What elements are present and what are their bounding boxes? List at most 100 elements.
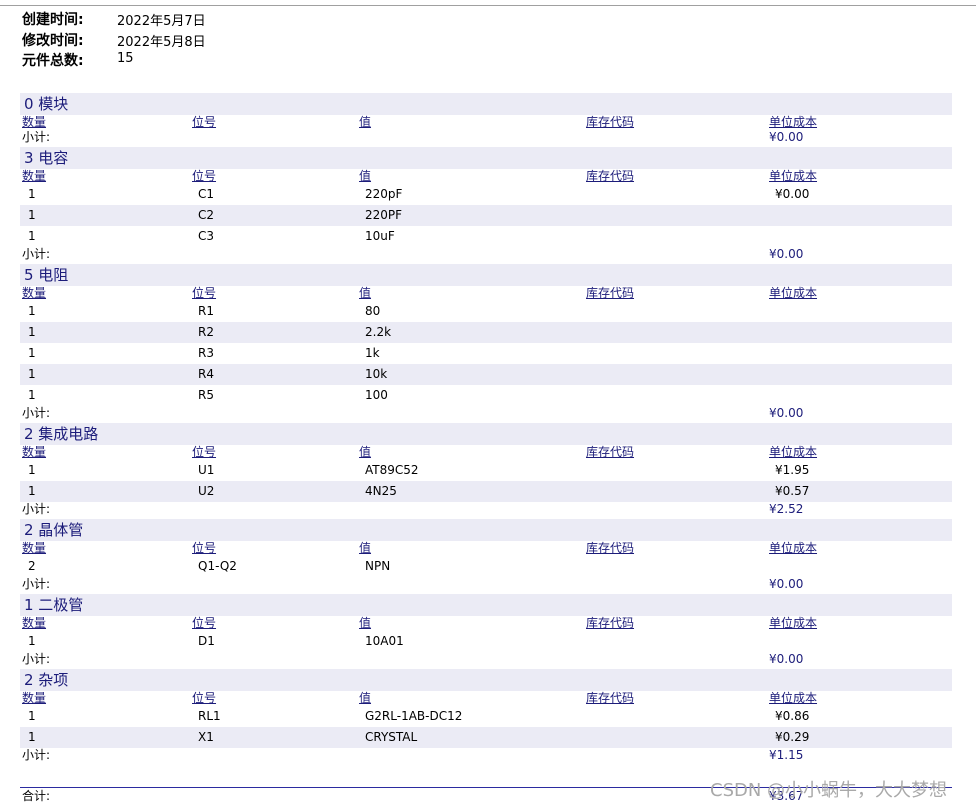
- unit-cost-cell: ¥0.57: [775, 484, 810, 498]
- value-column-header[interactable]: 值: [359, 541, 371, 556]
- category-title: 2 晶体管: [24, 521, 84, 539]
- ref-column-header[interactable]: 位号: [192, 541, 216, 556]
- qty-cell: 1: [28, 304, 36, 318]
- value-column-header[interactable]: 值: [359, 169, 371, 184]
- value-cell: 220pF: [365, 187, 403, 201]
- stock-code-column-header[interactable]: 库存代码: [586, 616, 634, 631]
- subtotal-row: 小计: ¥0.00: [20, 577, 952, 594]
- qty-column-header[interactable]: 数量: [22, 286, 46, 301]
- value-cell: 220PF: [365, 208, 403, 222]
- table-row: 1 R1 80: [20, 301, 952, 322]
- column-header-row: 数量 位号 值 库存代码 单位成本: [20, 691, 952, 706]
- qty-column-header[interactable]: 数量: [22, 445, 46, 460]
- qty-column-header[interactable]: 数量: [22, 115, 46, 130]
- value-cell: NPN: [365, 559, 391, 573]
- category-title: 0 模块: [24, 95, 69, 113]
- value-column-header[interactable]: 值: [359, 445, 371, 460]
- category-header: 1 二极管: [20, 594, 952, 616]
- stock-code-column-header[interactable]: 库存代码: [586, 115, 634, 130]
- value-cell: 10k: [365, 367, 388, 381]
- subtotal-row: 小计: ¥0.00: [20, 130, 952, 147]
- qty-cell: 1: [28, 709, 36, 723]
- subtotal-amount: ¥0.00: [769, 130, 804, 144]
- value-cell: 4N25: [365, 484, 397, 498]
- qty-cell: 1: [28, 463, 36, 477]
- qty-cell: 1: [28, 730, 36, 744]
- value-cell: 1k: [365, 346, 380, 360]
- subtotal-label: 小计:: [22, 502, 51, 516]
- ref-cell: U1: [198, 463, 215, 477]
- subtotal-amount: ¥0.00: [769, 406, 804, 420]
- qty-cell: 1: [28, 634, 36, 648]
- ref-column-header[interactable]: 位号: [192, 691, 216, 706]
- column-header-row: 数量 位号 值 库存代码 单位成本: [20, 286, 952, 301]
- table-row: 1 U2 4N25 ¥0.57: [20, 481, 952, 502]
- unit-cost-cell: ¥0.29: [775, 730, 810, 744]
- ref-column-header[interactable]: 位号: [192, 286, 216, 301]
- value-column-header[interactable]: 值: [359, 616, 371, 631]
- subtotal-amount: ¥0.00: [769, 652, 804, 666]
- subtotal-amount: ¥2.52: [769, 502, 804, 516]
- unit-cost-column-header[interactable]: 单位成本: [769, 445, 817, 460]
- unit-cost-column-header[interactable]: 单位成本: [769, 691, 817, 706]
- unit-cost-column-header[interactable]: 单位成本: [769, 115, 817, 130]
- unit-cost-cell: ¥0.86: [775, 709, 810, 723]
- category-title: 5 电阻: [24, 266, 69, 284]
- table-row: 2 Q1-Q2 NPN: [20, 556, 952, 577]
- qty-column-header[interactable]: 数量: [22, 541, 46, 556]
- subtotal-label: 小计:: [22, 406, 51, 420]
- column-header-row: 数量 位号 值 库存代码 单位成本: [20, 541, 952, 556]
- qty-cell: 1: [28, 187, 36, 201]
- qty-column-header[interactable]: 数量: [22, 691, 46, 706]
- total-label: 合计:: [22, 789, 51, 803]
- unit-cost-column-header[interactable]: 单位成本: [769, 169, 817, 184]
- table-row: 1 R5 100: [20, 385, 952, 406]
- unit-cost-column-header[interactable]: 单位成本: [769, 286, 817, 301]
- subtotal-amount: ¥0.00: [769, 247, 804, 261]
- stock-code-column-header[interactable]: 库存代码: [586, 541, 634, 556]
- unit-cost-cell: ¥0.00: [775, 187, 810, 201]
- value-cell: 2.2k: [365, 325, 392, 339]
- ref-column-header[interactable]: 位号: [192, 169, 216, 184]
- stock-code-column-header[interactable]: 库存代码: [586, 286, 634, 301]
- category-header: 2 杂项: [20, 669, 952, 691]
- unit-cost-cell: ¥1.95: [775, 463, 810, 477]
- table-row: 1 RL1 G2RL-1AB-DC12 ¥0.86: [20, 706, 952, 727]
- ref-cell: C2: [198, 208, 215, 222]
- value-column-header[interactable]: 值: [359, 691, 371, 706]
- subtotal-label: 小计:: [22, 748, 51, 762]
- value-cell: 10uF: [365, 229, 395, 243]
- qty-cell: 1: [28, 367, 36, 381]
- qty-column-header[interactable]: 数量: [22, 169, 46, 184]
- qty-cell: 1: [28, 325, 36, 339]
- category-header: 0 模块: [20, 93, 952, 115]
- value-column-header[interactable]: 值: [359, 286, 371, 301]
- value-column-header[interactable]: 值: [359, 115, 371, 130]
- value-cell: 80: [365, 304, 381, 318]
- ref-cell: RL1: [198, 709, 221, 723]
- ref-cell: R1: [198, 304, 214, 318]
- subtotal-row: 小计: ¥0.00: [20, 406, 952, 423]
- qty-column-header[interactable]: 数量: [22, 616, 46, 631]
- ref-cell: R3: [198, 346, 214, 360]
- ref-column-header[interactable]: 位号: [192, 115, 216, 130]
- subtotal-label: 小计:: [22, 130, 51, 144]
- stock-code-column-header[interactable]: 库存代码: [586, 169, 634, 184]
- ref-column-header[interactable]: 位号: [192, 445, 216, 460]
- table-row: 1 U1 AT89C52 ¥1.95: [20, 460, 952, 481]
- subtotal-row: 小计: ¥0.00: [20, 652, 952, 669]
- table-row: 1 C1 220pF ¥0.00: [20, 184, 952, 205]
- ref-cell: R4: [198, 367, 214, 381]
- stock-code-column-header[interactable]: 库存代码: [586, 691, 634, 706]
- subtotal-label: 小计:: [22, 652, 51, 666]
- unit-cost-column-header[interactable]: 单位成本: [769, 616, 817, 631]
- category-header: 3 电容: [20, 147, 952, 169]
- ref-column-header[interactable]: 位号: [192, 616, 216, 631]
- subtotal-row: 小计: ¥2.52: [20, 502, 952, 519]
- ref-cell: U2: [198, 484, 215, 498]
- value-cell: 100: [365, 388, 388, 402]
- subtotal-amount: ¥0.00: [769, 577, 804, 591]
- column-header-row: 数量 位号 值 库存代码 单位成本: [20, 115, 952, 130]
- stock-code-column-header[interactable]: 库存代码: [586, 445, 634, 460]
- unit-cost-column-header[interactable]: 单位成本: [769, 541, 817, 556]
